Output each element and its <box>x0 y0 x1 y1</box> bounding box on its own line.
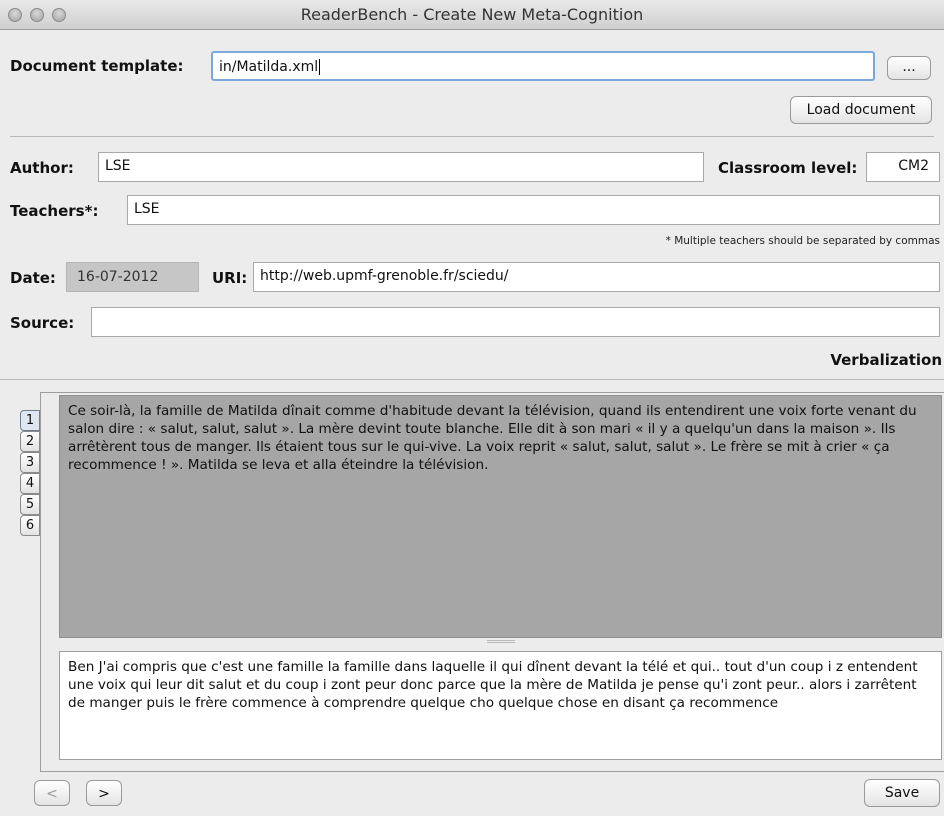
classroom-level-input[interactable]: CM2 <box>866 152 940 182</box>
teachers-input[interactable]: LSE <box>127 195 940 225</box>
tab-verbalization-6[interactable]: 6 <box>20 515 40 536</box>
tab-verbalization-3[interactable]: 3 <box>20 452 40 473</box>
load-document-button[interactable]: Load document <box>790 96 932 124</box>
date-field: 16-07-2012 <box>66 262 199 292</box>
tab-verbalization-5[interactable]: 5 <box>20 494 40 515</box>
separator <box>0 379 944 380</box>
source-input[interactable] <box>91 307 940 337</box>
tab-verbalization-1[interactable]: 1 <box>20 410 40 431</box>
author-input[interactable]: LSE <box>98 152 704 182</box>
separator <box>10 136 934 137</box>
author-label: Author: <box>10 159 74 177</box>
window-title: ReaderBench - Create New Meta-Cognition <box>300 5 644 24</box>
tab-verbalization-4[interactable]: 4 <box>20 473 40 494</box>
document-template-input[interactable]: in/Matilda.xml <box>211 51 875 81</box>
split-pane-divider-grip[interactable] <box>487 640 515 643</box>
teachers-note: * Multiple teachers should be separated … <box>665 235 940 247</box>
next-button[interactable]: > <box>86 780 122 806</box>
source-label: Source: <box>10 314 75 332</box>
uri-label: URI: <box>212 269 248 287</box>
tab-verbalization-2[interactable]: 2 <box>20 431 40 452</box>
verbalization-heading: Verbalization <box>830 351 942 369</box>
previous-button[interactable]: < <box>34 780 70 806</box>
uri-input[interactable]: http://web.upmf-grenoble.fr/sciedu/ <box>253 262 940 292</box>
date-label: Date: <box>10 269 56 287</box>
document-template-value: in/Matilda.xml <box>219 59 319 75</box>
text-cursor <box>319 59 321 75</box>
save-button[interactable]: Save <box>864 779 940 807</box>
passage-text: Ce soir-là, la famille de Matilda dînait… <box>59 395 942 638</box>
document-template-label: Document template: <box>10 57 184 75</box>
classroom-level-label: Classroom level: <box>718 159 858 177</box>
browse-button[interactable]: ... <box>887 56 931 80</box>
teachers-label: Teachers*: <box>10 202 99 220</box>
verbalization-answer-input[interactable]: Ben J'ai compris que c'est une famille l… <box>59 651 942 760</box>
